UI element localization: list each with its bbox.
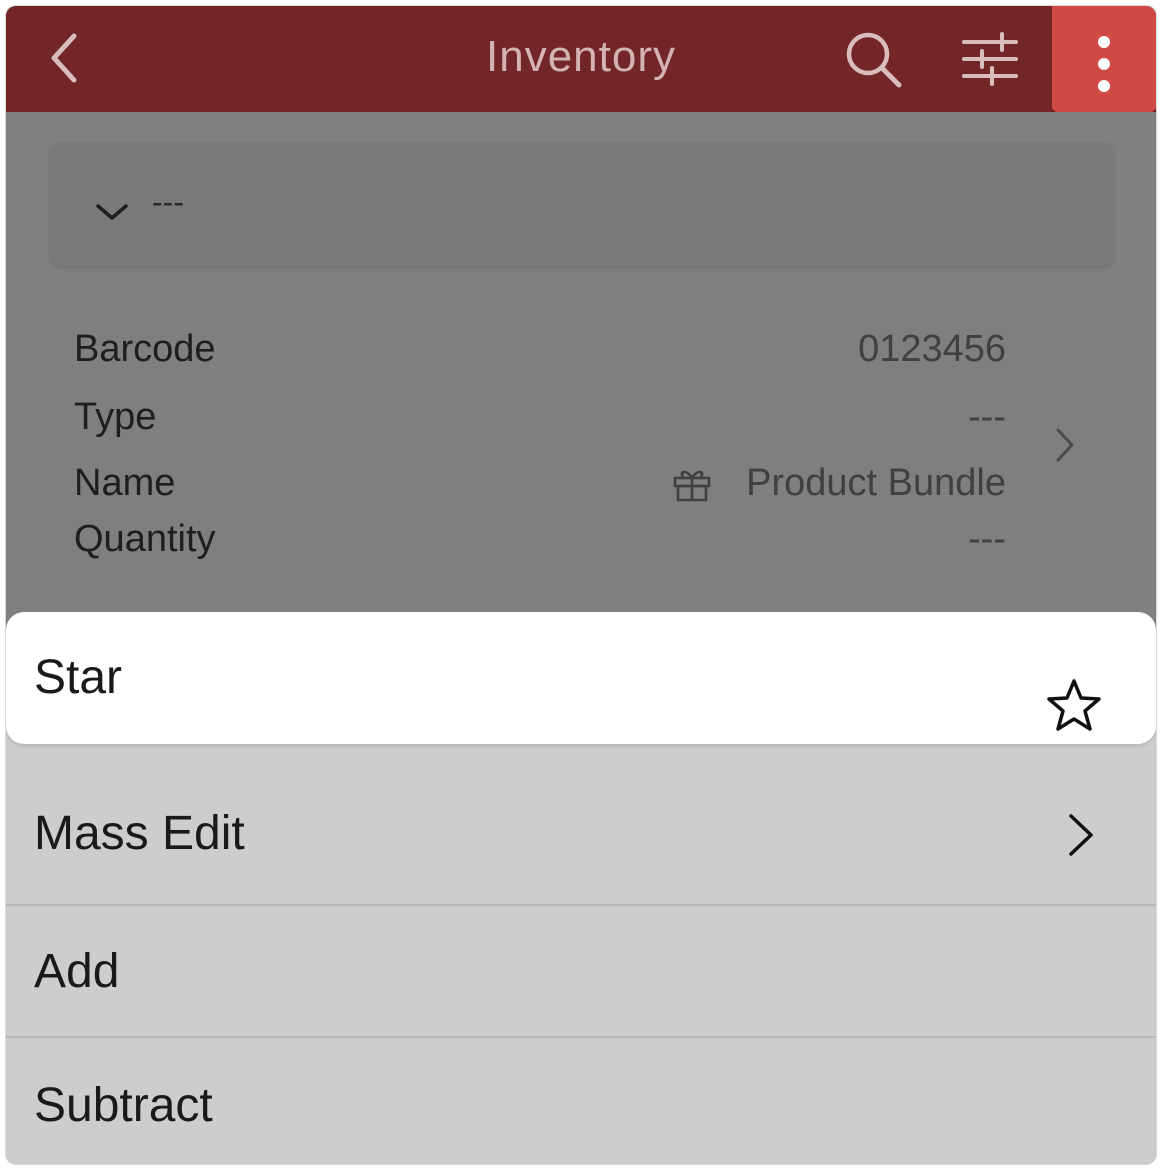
action-subtract[interactable]: Subtract — [6, 1040, 1156, 1164]
field-value-barcode: 0123456 — [858, 328, 1006, 370]
field-value-name: Product Bundle — [746, 462, 1006, 504]
field-label-name: Name — [74, 462, 176, 504]
search-button[interactable] — [842, 28, 904, 90]
action-mass-edit-label: Mass Edit — [34, 807, 245, 860]
search-icon — [846, 32, 902, 88]
action-star[interactable]: Star — [6, 612, 1156, 744]
action-sheet: Star Mass Edit Add Subtract — [6, 612, 1156, 1164]
app-screen: Inventory --- Barcode 0123456 Type --- N… — [6, 6, 1156, 1164]
chevron-down-icon — [96, 204, 128, 220]
more-vertical-icon — [1098, 36, 1110, 92]
field-value-name-wrap: Product Bundle — [672, 462, 1006, 505]
action-add[interactable]: Add — [6, 906, 1156, 1038]
record-card[interactable]: Barcode 0123456 Type --- Name Product Bu… — [50, 292, 1114, 598]
sliders-icon — [962, 32, 1018, 86]
action-subtract-label: Subtract — [34, 1079, 213, 1132]
more-options-button[interactable] — [1052, 6, 1156, 112]
group-dropdown[interactable]: --- — [50, 142, 1114, 266]
action-star-label: Star — [34, 651, 123, 704]
top-app-bar: Inventory — [6, 6, 1156, 112]
chevron-right-icon — [1056, 428, 1074, 462]
star-icon — [1047, 679, 1101, 731]
field-label-barcode: Barcode — [74, 328, 216, 370]
dropdown-value: --- — [152, 184, 184, 220]
field-label-quantity: Quantity — [74, 518, 216, 560]
chevron-right-icon — [1069, 814, 1093, 856]
action-mass-edit[interactable]: Mass Edit — [6, 762, 1156, 906]
filter-button[interactable] — [958, 28, 1022, 90]
field-value-quantity: --- — [968, 518, 1006, 560]
gift-icon — [673, 470, 711, 501]
action-add-label: Add — [34, 945, 120, 998]
field-value-type: --- — [968, 396, 1006, 438]
field-label-type: Type — [74, 396, 157, 438]
